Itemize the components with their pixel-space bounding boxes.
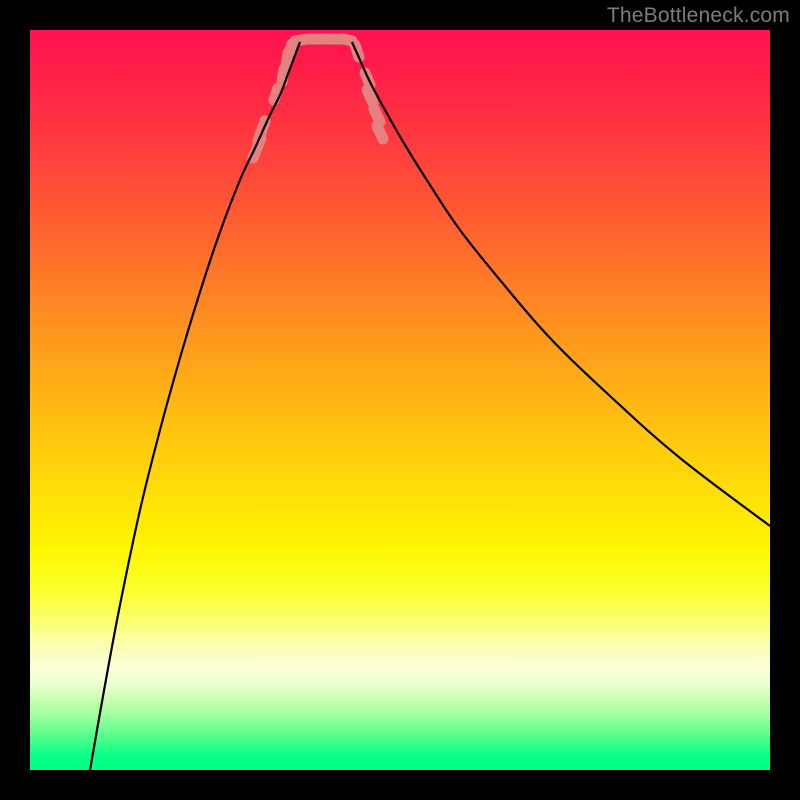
dash-segment — [374, 109, 380, 122]
left-curve — [90, 42, 300, 770]
dash-segment — [343, 39, 352, 41]
right-curve — [352, 42, 770, 526]
plot-area — [30, 30, 770, 770]
dash-segment — [367, 90, 373, 103]
dash-segment — [289, 44, 292, 53]
curve-layer — [30, 30, 770, 770]
dash-segment — [377, 126, 383, 139]
watermark-text: TheBottleneck.com — [607, 4, 790, 28]
chart-frame: TheBottleneck.com — [0, 0, 800, 800]
